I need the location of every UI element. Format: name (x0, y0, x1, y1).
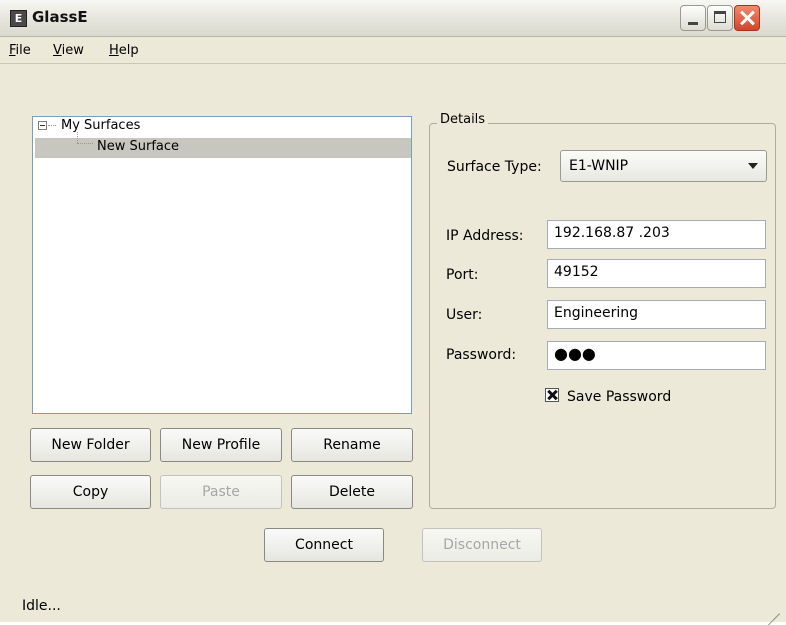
ip-address-label: IP Address: (446, 228, 524, 244)
user-field[interactable]: Engineering (547, 300, 766, 329)
connect-button[interactable]: Connect (264, 528, 384, 562)
tree-connector (77, 132, 78, 143)
menu-help[interactable]: Help (109, 43, 139, 58)
tree-item-label: New Surface (97, 139, 180, 154)
disconnect-button[interactable]: Disconnect (422, 528, 542, 562)
details-legend: Details (437, 112, 489, 127)
surface-type-value: E1-WNIP (569, 158, 629, 174)
tree-item-new-surface[interactable]: New Surface (35, 138, 411, 158)
menu-view[interactable]: View (53, 43, 84, 58)
password-label: Password: (446, 347, 517, 363)
maximize-icon[interactable] (707, 5, 733, 31)
password-field[interactable]: ●●● (547, 341, 766, 370)
collapse-icon[interactable] (38, 121, 47, 130)
chevron-down-icon[interactable] (748, 163, 758, 169)
ip-address-field[interactable]: 192.168.87 .203 (547, 220, 766, 249)
paste-button[interactable]: Paste (160, 475, 282, 509)
tree-root-label[interactable]: My Surfaces (61, 118, 140, 133)
tree-connector (77, 143, 93, 144)
new-profile-button[interactable]: New Profile (160, 428, 282, 462)
checkbox-checked-icon[interactable] (545, 388, 559, 402)
new-folder-button[interactable]: New Folder (30, 428, 151, 462)
status-text: Idle... (22, 598, 61, 614)
port-label: Port: (446, 267, 479, 283)
surface-type-label: Surface Type: (447, 159, 542, 175)
menu-file[interactable]: File (9, 43, 31, 58)
app-window: E GlassE File View Help My Surfaces New … (0, 0, 786, 622)
copy-button[interactable]: Copy (30, 475, 151, 509)
resize-grip-icon[interactable] (764, 598, 782, 616)
delete-button[interactable]: Delete (291, 475, 413, 509)
save-password-label[interactable]: Save Password (567, 389, 671, 405)
port-field[interactable]: 49152 (547, 259, 766, 288)
app-icon: E (10, 10, 27, 27)
tree-connector (48, 125, 56, 126)
menu-bar: File View Help (0, 37, 786, 64)
user-label: User: (446, 307, 483, 323)
minimize-icon[interactable] (680, 5, 706, 31)
window-title: GlassE (32, 8, 88, 26)
close-icon[interactable] (734, 5, 760, 31)
title-bar[interactable]: E GlassE (0, 0, 786, 37)
surface-tree[interactable]: My Surfaces New Surface (32, 116, 412, 414)
rename-button[interactable]: Rename (291, 428, 413, 462)
surface-type-select[interactable]: E1-WNIP (560, 150, 767, 182)
